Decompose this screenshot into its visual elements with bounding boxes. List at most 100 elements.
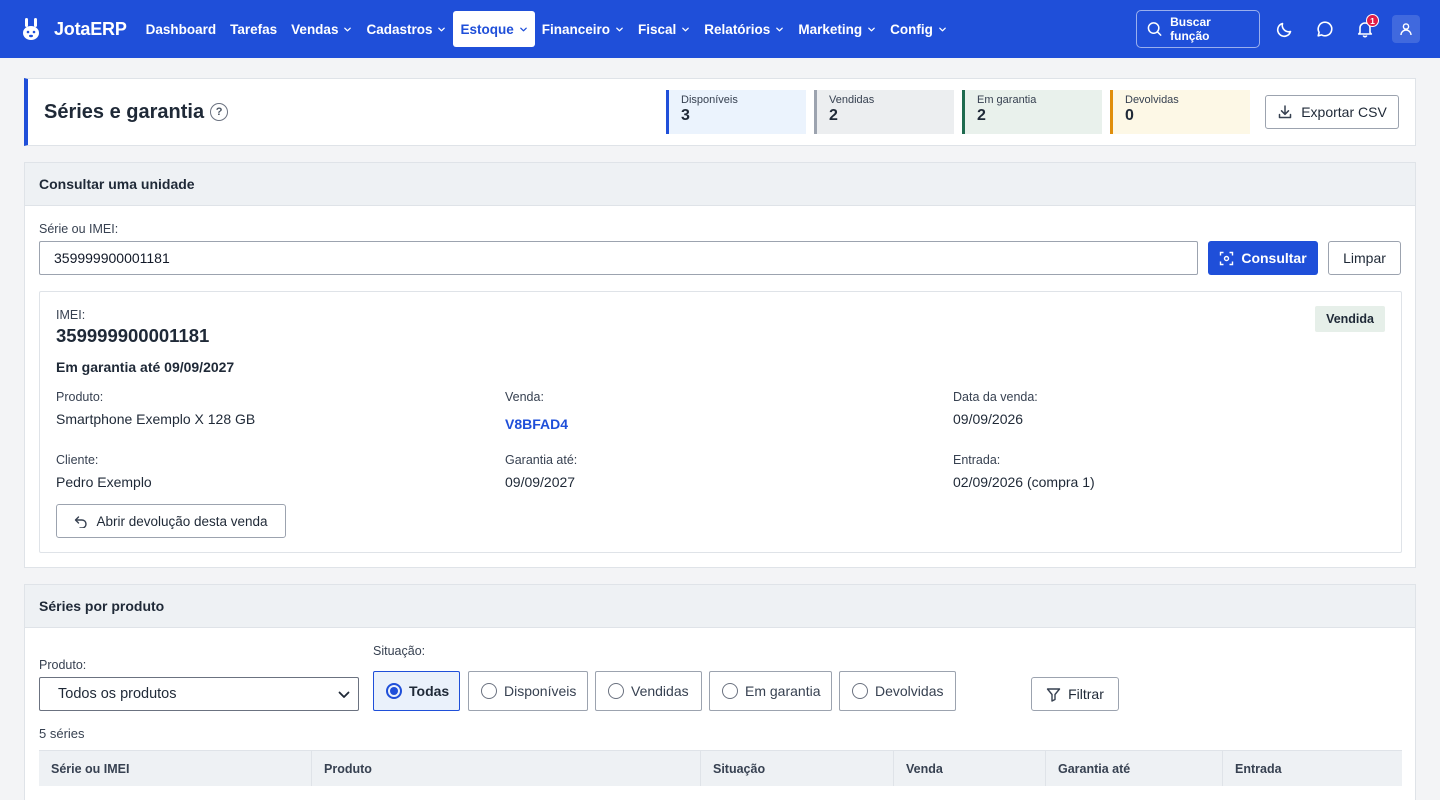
nav-item-estoque[interactable]: Estoque xyxy=(453,11,535,47)
nav-item-relatorios[interactable]: Relatórios xyxy=(697,11,791,47)
status-filter-label: Situação: xyxy=(373,644,426,658)
notification-count-badge: 1 xyxy=(1366,14,1379,27)
radio-circle xyxy=(722,683,738,699)
filter-button[interactable]: Filtrar xyxy=(1031,677,1119,711)
nav-item-label: Marketing xyxy=(798,21,863,37)
field-label: Data da venda: xyxy=(953,390,1038,404)
help-icon[interactable]: ? xyxy=(210,103,229,121)
chevron-down-icon xyxy=(338,691,350,698)
export-csv-button[interactable]: Exportar CSV xyxy=(1265,95,1399,129)
nav-item-financeiro[interactable]: Financeiro xyxy=(535,11,631,47)
nav-item-tarefas[interactable]: Tarefas xyxy=(223,11,284,47)
user-icon xyxy=(1400,23,1412,36)
consult-unit-card: Consultar uma unidade Série ou IMEI: 359… xyxy=(24,162,1416,568)
open-return-label: Abrir devolução desta venda xyxy=(96,513,268,529)
stat-label: Vendidas xyxy=(829,94,875,106)
nav-item-label: Cadastros xyxy=(366,21,433,37)
notifications-button[interactable]: 1 xyxy=(1350,14,1380,44)
chevron-down-icon xyxy=(776,27,784,31)
field-label: Produto: xyxy=(56,390,104,404)
column-header[interactable]: Entrada xyxy=(1223,751,1402,786)
nav-item-label: Tarefas xyxy=(230,21,278,37)
field-label: Garantia até: xyxy=(505,453,578,467)
radio-label: Em garantia xyxy=(745,683,821,699)
page-header: Séries e garantia ? Disponíveis 3 Vendid… xyxy=(24,78,1416,146)
product-select-value: Todos os produtos xyxy=(58,686,177,702)
filter-icon xyxy=(1046,687,1061,702)
brand[interactable]: JotaERP xyxy=(18,16,127,42)
nav-item-label: Vendas xyxy=(291,21,339,37)
series-by-product-card: Séries por produto Produto: Todos os pro… xyxy=(24,584,1416,800)
radio-em-garantia[interactable]: Em garantia xyxy=(709,671,832,711)
messages-button[interactable] xyxy=(1310,14,1340,44)
chevron-down-icon xyxy=(344,27,352,31)
radio-circle xyxy=(386,683,402,699)
page-title: Séries e garantia xyxy=(44,100,205,123)
imei-value: 359999900001181 xyxy=(56,325,210,346)
stat-value: 2 xyxy=(829,107,838,124)
field-value: Smartphone Exemplo X 128 GB xyxy=(56,411,256,427)
nav-item-cadastros[interactable]: Cadastros xyxy=(359,11,453,47)
field-label: Entrada: xyxy=(953,453,1001,467)
imei-label: IMEI: xyxy=(56,308,86,322)
radio-devolvidas[interactable]: Devolvidas xyxy=(839,671,956,711)
stat-value: 2 xyxy=(977,107,986,124)
field-customer: Cliente: Pedro Exemplo xyxy=(56,453,152,490)
column-header[interactable]: Produto xyxy=(312,751,701,786)
clear-button[interactable]: Limpar xyxy=(1328,241,1401,275)
stat-label: Em garantia xyxy=(977,94,1037,106)
chevron-down-icon xyxy=(519,27,527,31)
series-by-product-title: Séries por produto xyxy=(25,585,1415,628)
stat-label: Devolvidas xyxy=(1125,94,1179,106)
chevron-down-icon xyxy=(939,27,946,31)
stat-under-warranty[interactable]: Em garantia 2 xyxy=(962,90,1102,134)
radio-circle xyxy=(481,683,497,699)
theme-toggle-button[interactable] xyxy=(1270,14,1300,44)
scan-icon xyxy=(1220,251,1234,265)
radio-disponiveis[interactable]: Disponíveis xyxy=(468,671,588,711)
undo-icon xyxy=(75,516,88,528)
sale-link[interactable]: V8BFAD4 xyxy=(505,416,568,432)
chat-icon xyxy=(1317,21,1333,37)
user-menu-button[interactable] xyxy=(1392,15,1420,43)
nav-item-marketing[interactable]: Marketing xyxy=(791,11,883,47)
nav-item-vendas[interactable]: Vendas xyxy=(284,11,359,47)
search-function-button[interactable]: Buscar função xyxy=(1136,10,1260,48)
field-value: 09/09/2026 xyxy=(953,411,1024,427)
column-header[interactable]: Situação xyxy=(701,751,894,786)
radio-vendidas[interactable]: Vendidas xyxy=(595,671,702,711)
download-icon xyxy=(1278,105,1292,119)
consult-unit-title: Consultar uma unidade xyxy=(25,163,1415,206)
radio-todas[interactable]: Todas xyxy=(373,671,460,711)
column-header[interactable]: Garantia até xyxy=(1046,751,1223,786)
column-header[interactable]: Série ou IMEI xyxy=(39,751,312,786)
consult-label: Consultar xyxy=(1241,250,1307,266)
search-icon xyxy=(1147,22,1162,36)
field-value: 02/09/2026 (compra 1) xyxy=(953,474,1095,490)
unit-result-panel: IMEI: 359999900001181 Em garantia até 09… xyxy=(39,291,1402,553)
field-label: Cliente: xyxy=(56,453,99,467)
radio-label: Todas xyxy=(409,683,450,699)
nav-item-label: Estoque xyxy=(460,21,514,37)
stat-returned[interactable]: Devolvidas 0 xyxy=(1110,90,1250,134)
main-menu: Dashboard Tarefas Vendas Cadastros Estoque Fi… xyxy=(139,0,954,58)
stat-sold[interactable]: Vendidas 2 xyxy=(814,90,954,134)
consult-button[interactable]: Consultar xyxy=(1208,241,1318,275)
column-header[interactable]: Venda xyxy=(894,751,1046,786)
field-label: Venda: xyxy=(505,390,544,404)
chevron-down-icon xyxy=(616,27,623,31)
radio-label: Devolvidas xyxy=(875,683,944,699)
chevron-down-icon xyxy=(868,27,875,31)
serial-imei-input[interactable]: 359999900001181 xyxy=(39,241,1198,275)
bunny-logo-icon xyxy=(18,16,44,42)
nav-item-config[interactable]: Config xyxy=(883,11,954,47)
series-count: 5 séries xyxy=(39,726,85,741)
nav-item-label: Financeiro xyxy=(541,21,611,37)
nav-item-fiscal[interactable]: Fiscal xyxy=(631,11,697,47)
product-select[interactable]: Todos os produtos xyxy=(39,677,359,711)
nav-item-dashboard[interactable]: Dashboard xyxy=(139,11,224,47)
stat-available[interactable]: Disponíveis 3 xyxy=(666,90,806,134)
open-return-button[interactable]: Abrir devolução desta venda xyxy=(56,504,286,538)
radio-label: Disponíveis xyxy=(504,683,577,699)
stat-value: 3 xyxy=(681,107,690,124)
